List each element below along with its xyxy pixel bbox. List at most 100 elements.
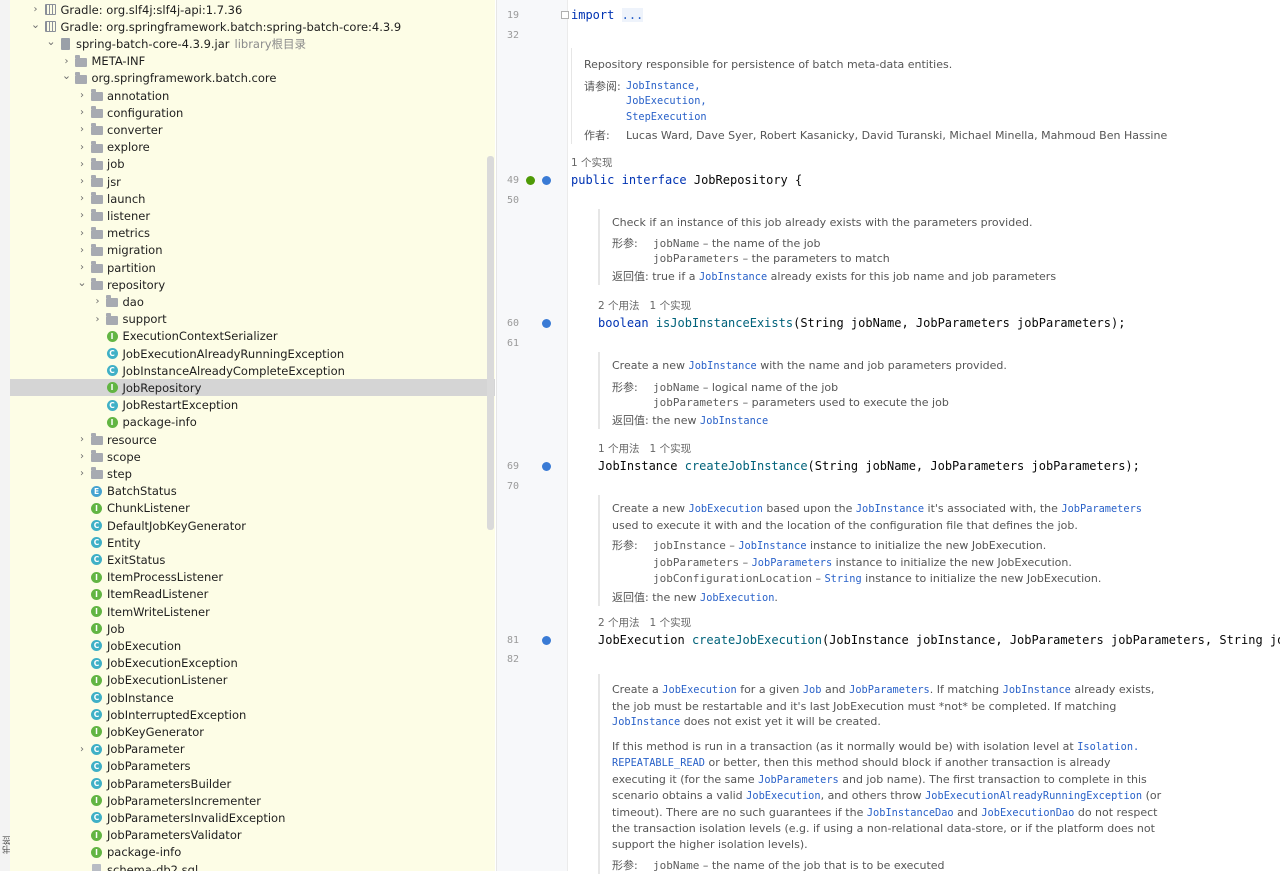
tree-item[interactable]: I JobKeyGenerator bbox=[10, 723, 495, 740]
chevron-right-icon[interactable]: › bbox=[59, 53, 75, 69]
tree-item[interactable]: › job bbox=[10, 156, 495, 173]
method-usage-hint[interactable]: 2 个用法 1 个实现 bbox=[598, 298, 691, 313]
see-link-stepexecution[interactable]: StepExecution bbox=[626, 110, 707, 126]
tree-item[interactable]: C DefaultJobKeyGenerator bbox=[10, 517, 495, 534]
method-usage-hint[interactable]: 1 个用法 1 个实现 bbox=[598, 441, 691, 456]
chevron-right-icon[interactable]: › bbox=[74, 208, 90, 224]
tree-item[interactable]: I JobExecutionListener bbox=[10, 672, 495, 689]
chevron-right-icon[interactable]: › bbox=[74, 139, 90, 155]
doc-link[interactable]: JobExecution bbox=[746, 790, 820, 802]
doc-link[interactable]: Job bbox=[803, 684, 822, 696]
tree-item[interactable]: I ItemWriteListener bbox=[10, 603, 495, 620]
interface-impl-count[interactable]: 1 个实现 bbox=[571, 155, 613, 170]
tree-item[interactable]: C JobParametersInvalidException bbox=[10, 809, 495, 826]
implemented-icon[interactable] bbox=[526, 176, 535, 185]
param-link[interactable]: String bbox=[824, 573, 861, 585]
tree-item[interactable]: I ItemReadListener bbox=[10, 586, 495, 603]
tree-item[interactable]: › step bbox=[10, 465, 495, 482]
tree-item[interactable]: C ExitStatus bbox=[10, 551, 495, 568]
chevron-down-icon[interactable]: ⌄ bbox=[74, 274, 90, 290]
returns-link[interactable]: JobInstance bbox=[699, 271, 767, 283]
tree-item[interactable]: › scope bbox=[10, 448, 495, 465]
tree-item[interactable]: › metrics bbox=[10, 225, 495, 242]
chevron-right-icon[interactable]: › bbox=[74, 105, 90, 121]
tree-item[interactable]: C JobInstance bbox=[10, 689, 495, 706]
chevron-right-icon[interactable]: › bbox=[74, 432, 90, 448]
tree-item[interactable]: › C JobParameter bbox=[10, 741, 495, 758]
interface-declaration[interactable]: public interface JobRepository { bbox=[571, 173, 802, 187]
import-line[interactable]: import ... bbox=[571, 8, 644, 22]
chevron-right-icon[interactable]: › bbox=[74, 466, 90, 482]
doc-link[interactable]: JobInstance bbox=[1003, 684, 1071, 696]
implementation-icon[interactable] bbox=[542, 319, 551, 328]
implementation-icon[interactable] bbox=[542, 462, 551, 471]
tree-item[interactable]: E BatchStatus bbox=[10, 483, 495, 500]
implementation-icon[interactable] bbox=[542, 636, 551, 645]
tree-item[interactable]: ⌄ spring-batch-core-4.3.9.jar library根目录 bbox=[10, 35, 495, 52]
project-tree[interactable]: › Gradle: org.slf4j:slf4j-api:1.7.36 ⌄ Grad… bbox=[10, 0, 495, 871]
tree-item[interactable]: C Entity bbox=[10, 534, 495, 551]
doc-link[interactable]: Isolation. bbox=[1077, 741, 1139, 753]
chevron-right-icon[interactable]: › bbox=[74, 741, 90, 757]
tree-item[interactable]: › annotation bbox=[10, 87, 495, 104]
returns-link[interactable]: JobExecution bbox=[700, 592, 774, 604]
tree-item[interactable]: I JobParametersIncrementer bbox=[10, 792, 495, 809]
tree-item[interactable]: › migration bbox=[10, 242, 495, 259]
param-link[interactable]: JobParameters bbox=[752, 557, 833, 569]
overrides-down-icon[interactable] bbox=[542, 176, 551, 185]
chevron-right-icon[interactable]: › bbox=[74, 88, 90, 104]
doc-link[interactable]: JobInstanceDao bbox=[867, 807, 954, 819]
doc-link[interactable]: JobExecutionAlreadyRunningException bbox=[925, 790, 1142, 802]
see-link-jobinstance[interactable]: JobInstance, bbox=[626, 79, 707, 95]
chevron-right-icon[interactable]: › bbox=[28, 2, 44, 18]
usage-count[interactable]: 2 个用法 bbox=[598, 617, 640, 629]
tree-item[interactable]: Ipackage-info bbox=[10, 414, 495, 431]
doc-link[interactable]: JobInstance bbox=[689, 360, 757, 372]
tree-item[interactable]: › configuration bbox=[10, 104, 495, 121]
method-signature-isjobinstanceexists[interactable]: boolean isJobInstanceExists(String jobNa… bbox=[598, 316, 1125, 330]
tree-item[interactable]: C JobParametersBuilder bbox=[10, 775, 495, 792]
fold-icon[interactable] bbox=[561, 11, 569, 19]
tree-item[interactable]: C JobInstanceAlreadyCompleteException bbox=[10, 362, 495, 379]
chevron-right-icon[interactable]: › bbox=[74, 449, 90, 465]
doc-link[interactable]: JobParameters bbox=[1061, 503, 1142, 515]
tree-item[interactable]: I Job bbox=[10, 620, 495, 637]
chevron-right-icon[interactable]: › bbox=[74, 242, 90, 258]
tree-item[interactable]: › listener bbox=[10, 207, 495, 224]
impl-count[interactable]: 1 个实现 bbox=[650, 617, 692, 629]
tree-item[interactable]: I JobRepository bbox=[10, 379, 495, 397]
tree-item[interactable]: C JobExecution bbox=[10, 637, 495, 654]
returns-link[interactable]: JobInstance bbox=[700, 415, 768, 427]
doc-link[interactable]: JobExecution bbox=[689, 503, 763, 515]
tree-item[interactable]: C JobInterruptedException bbox=[10, 706, 495, 723]
doc-link[interactable]: JobInstance bbox=[856, 503, 924, 515]
chevron-right-icon[interactable]: › bbox=[74, 156, 90, 172]
chevron-right-icon[interactable]: › bbox=[74, 174, 90, 190]
tree-item[interactable]: › support bbox=[10, 311, 495, 328]
chevron-right-icon[interactable]: › bbox=[90, 311, 106, 327]
method-signature-createjobexecution[interactable]: JobExecution createJobExecution(JobInsta… bbox=[598, 633, 1280, 647]
tree-item[interactable]: ⌄ repository bbox=[10, 276, 495, 293]
doc-link[interactable]: JobExecutionDao bbox=[981, 807, 1074, 819]
tree-item[interactable]: › resource bbox=[10, 431, 495, 448]
chevron-down-icon[interactable]: ⌄ bbox=[28, 16, 44, 32]
tree-item[interactable]: I ChunkListener bbox=[10, 500, 495, 517]
chevron-right-icon[interactable]: › bbox=[74, 122, 90, 138]
tree-item[interactable]: C JobRestartException bbox=[10, 397, 495, 414]
chevron-right-icon[interactable]: › bbox=[74, 191, 90, 207]
tree-item[interactable]: › dao bbox=[10, 293, 495, 310]
param-link[interactable]: JobInstance bbox=[738, 540, 806, 552]
impl-count[interactable]: 1 个实现 bbox=[650, 300, 692, 312]
tree-item[interactable]: I JobParametersValidator bbox=[10, 827, 495, 844]
tree-item[interactable]: C JobParameters bbox=[10, 758, 495, 775]
usage-count[interactable]: 2 个用法 bbox=[598, 300, 640, 312]
chevron-right-icon[interactable]: › bbox=[90, 294, 106, 310]
impl-count[interactable]: 1 个实现 bbox=[650, 443, 692, 455]
tree-scrollbar[interactable] bbox=[487, 156, 494, 530]
tree-item[interactable]: C JobExecutionException bbox=[10, 655, 495, 672]
method-signature-createjobinstance[interactable]: JobInstance createJobInstance(String job… bbox=[598, 459, 1140, 473]
doc-link[interactable]: JobInstance bbox=[612, 716, 680, 728]
doc-link[interactable]: REPEATABLE_READ bbox=[612, 757, 705, 769]
tree-item[interactable]: I ItemProcessListener bbox=[10, 569, 495, 586]
method-usage-hint[interactable]: 2 个用法 1 个实现 bbox=[598, 615, 691, 630]
